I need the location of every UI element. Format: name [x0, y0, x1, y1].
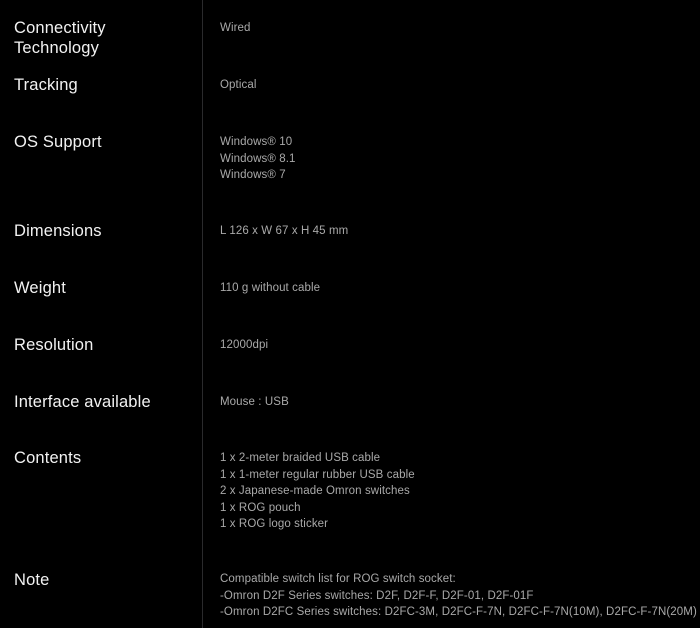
spec-value: Wired: [220, 20, 698, 37]
spec-label: Tracking: [14, 76, 78, 94]
spec-label: Interface available: [14, 393, 151, 411]
spec-value-line: 110 g without cable: [220, 282, 321, 294]
spec-value-line: 2 x Japanese-made Omron switches: [220, 485, 410, 497]
spec-label: OS Support: [14, 133, 102, 151]
spec-label: Connectivity Technology: [14, 19, 106, 57]
spec-value: Compatible switch list for ROG switch so…: [220, 571, 698, 621]
spec-label: Contents: [14, 449, 82, 467]
spec-value-line: 12000dpi: [220, 339, 269, 351]
spec-value-line: 1 x ROG pouch: [220, 501, 301, 514]
spec-value-line: Wired: [220, 22, 251, 34]
spec-value: L 126 x W 67 x H 45 mm: [220, 223, 698, 240]
spec-value-line: Compatible switch list for ROG switch so…: [220, 573, 456, 585]
specification-sheet: Connectivity Technology Wired Tracking Opti…: [0, 0, 700, 628]
spec-label: Weight: [14, 279, 66, 297]
spec-value: 1 x 2-meter braided USB cable 1 x 1-meter…: [220, 450, 698, 533]
spec-value-line: 1 x ROG logo sticker: [220, 518, 329, 530]
spec-value-line: Optical: [220, 79, 257, 91]
spec-value-line: Mouse : USB: [220, 396, 289, 408]
spec-value-line: Windows® 8.1: [220, 152, 296, 165]
spec-value: 110 g without cable: [220, 280, 698, 297]
column-divider: [202, 0, 203, 628]
spec-value-line: Windows® 7: [220, 169, 286, 181]
spec-value-line: -Omron D2FC Series switches: D2FC-3M, D2…: [220, 606, 697, 618]
spec-label: Dimensions: [14, 222, 102, 240]
spec-value-line: 1 x 1-meter regular rubber USB cable: [220, 468, 415, 481]
spec-value: 12000dpi: [220, 337, 698, 354]
spec-value: Optical: [220, 77, 698, 94]
spec-value-line: Windows® 10: [220, 136, 293, 148]
spec-value-line: L 126 x W 67 x H 45 mm: [220, 225, 349, 237]
spec-value-line: -Omron D2F Series switches: D2F, D2F-F, …: [220, 589, 534, 602]
spec-label: Resolution: [14, 336, 94, 354]
spec-value: Windows® 10 Windows® 8.1 Windows® 7: [220, 134, 698, 184]
spec-value: Mouse : USB: [220, 394, 698, 411]
spec-label: Note: [14, 571, 50, 589]
spec-value-line: 1 x 2-meter braided USB cable: [220, 452, 381, 464]
